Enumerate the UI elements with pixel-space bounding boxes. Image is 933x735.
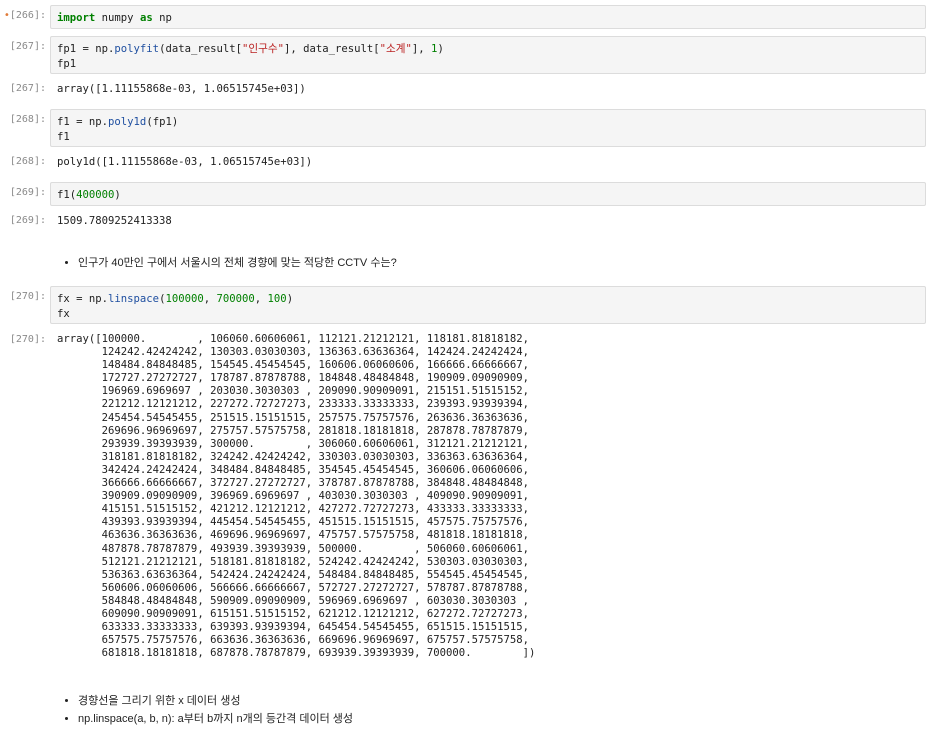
markdown-cell[interactable]: 경향선을 그리기 위한 x 데이터 생성 np.linspace(a, b, n…: [62, 692, 353, 728]
output-prompt: [267]:: [9, 83, 46, 94]
code-token: (data_result[: [159, 43, 242, 55]
code-token: ): [114, 189, 121, 201]
code-token-num: 100: [267, 293, 287, 305]
code-cell-270[interactable]: [270]: fx = np.linspace(100000, 700000, …: [0, 286, 933, 676]
cell-output: array([100000. , 106060.60606061, 112121…: [57, 333, 536, 660]
input-prompt: [270]:: [9, 291, 46, 302]
code-token-kw: import: [57, 12, 96, 24]
code-token-str: "소계": [379, 43, 412, 55]
code-token-fn: polyfit: [114, 43, 160, 55]
code-token-str: "인구수": [241, 43, 284, 55]
cell-output: poly1d([1.11155868e-03, 1.06515745e+03]): [57, 156, 313, 168]
output-prompt: [270]:: [9, 334, 46, 345]
code-token-num: 100000: [165, 293, 204, 305]
code-token-kw: as: [139, 12, 153, 24]
code-input[interactable]: f1 = np.poly1d(fp1) f1: [50, 109, 926, 147]
output-prompt: [268]:: [9, 156, 46, 167]
code-token: ], data_result[: [283, 43, 380, 55]
code-token-num: 400000: [76, 189, 115, 201]
input-prompt: •[266]:: [3, 10, 46, 21]
code-token-fn: linspace: [108, 293, 160, 305]
code-token: numpy: [95, 12, 140, 24]
cell-output: 1509.7809252413338: [57, 215, 172, 227]
code-input[interactable]: f1(400000): [50, 182, 926, 206]
code-cell-266[interactable]: •[266]: import numpy as np: [0, 5, 933, 29]
list-item: np.linspace(a, b, n): a부터 b까지 n개의 등간격 데이…: [78, 710, 353, 728]
cell-output: array([1.11155868e-03, 1.06515745e+03]): [57, 83, 306, 95]
input-prompt: [267]:: [9, 41, 46, 52]
bullet-list: 인구가 40만인 구에서 서울시의 전체 경향에 맞는 적당한 CCTV 수는?: [62, 254, 397, 272]
list-item: 인구가 40만인 구에서 서울시의 전체 경향에 맞는 적당한 CCTV 수는?: [78, 254, 397, 272]
code-token: np: [152, 12, 172, 24]
code-token: f1(: [57, 189, 77, 201]
code-input[interactable]: import numpy as np: [50, 5, 926, 29]
code-input[interactable]: fp1 = np.polyfit(data_result["인구수"], dat…: [50, 36, 926, 74]
output-prompt: [269]:: [9, 215, 46, 226]
code-token: ,: [254, 293, 268, 305]
list-item: 경향선을 그리기 위한 x 데이터 생성: [78, 692, 353, 710]
code-cell-268[interactable]: [268]: f1 = np.poly1d(fp1) f1 [268]: pol…: [0, 109, 933, 171]
code-token: fp1 = np.: [57, 43, 115, 55]
code-cell-267[interactable]: [267]: fp1 = np.polyfit(data_result["인구수…: [0, 36, 933, 98]
code-cell-269[interactable]: [269]: f1(400000) [269]: 1509.7809252413…: [0, 182, 933, 230]
input-prompt: [269]:: [9, 187, 46, 198]
code-token: ],: [411, 43, 432, 55]
input-prompt: [268]:: [9, 114, 46, 125]
code-token: fx = np.: [57, 293, 109, 305]
code-token: ,: [203, 293, 217, 305]
markdown-cell[interactable]: 인구가 40만인 구에서 서울시의 전체 경향에 맞는 적당한 CCTV 수는?: [62, 254, 397, 272]
code-token-fn: poly1d: [108, 116, 147, 128]
code-token: f1 = np.: [57, 116, 109, 128]
code-token-num: 700000: [216, 293, 255, 305]
bullet-list: 경향선을 그리기 위한 x 데이터 생성 np.linspace(a, b, n…: [62, 692, 353, 728]
code-input[interactable]: fx = np.linspace(100000, 700000, 100) fx: [50, 286, 926, 324]
